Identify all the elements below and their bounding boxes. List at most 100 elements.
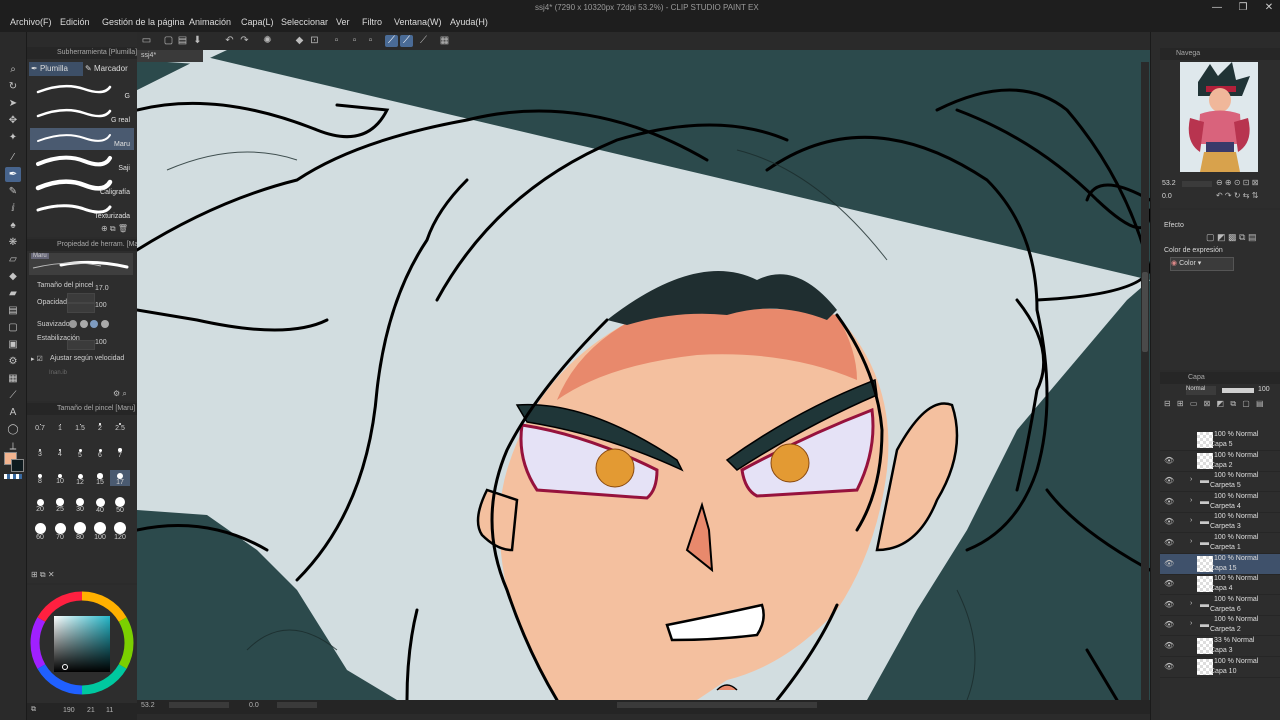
layer-row[interactable]: 👁 100 % Normal Capa 4	[1160, 574, 1280, 596]
visibility-eye-icon[interactable]: 👁	[1164, 620, 1174, 629]
horizontal-scrollbar[interactable]	[617, 702, 817, 708]
navigator-zoom-value[interactable]: 53.2	[1162, 180, 1176, 187]
brush-item-g[interactable]: G	[30, 80, 134, 102]
airbrush-tool-icon[interactable]: ♠	[5, 218, 21, 233]
visibility-eye-icon[interactable]: 👁	[1164, 456, 1174, 465]
brush-size-option[interactable]: 0.7	[30, 418, 50, 432]
brush-size-option[interactable]: 6	[90, 444, 110, 459]
menu-edit[interactable]: Edición	[60, 17, 90, 27]
decoration-tool-icon[interactable]: ❋	[5, 235, 21, 250]
brush-size-option[interactable]: 2	[90, 418, 110, 432]
open-file-icon[interactable]: ▤	[176, 35, 189, 47]
brush-item-saji[interactable]: Saji	[30, 152, 134, 174]
folder-expand-icon[interactable]: ›	[1190, 538, 1192, 545]
ruler-tool-icon[interactable]: ⚙	[5, 354, 21, 369]
visibility-eye-icon[interactable]: 👁	[1164, 641, 1174, 650]
speech-balloon-icon[interactable]: ◯	[5, 422, 21, 437]
folder-expand-icon[interactable]: ›	[1190, 620, 1192, 627]
visibility-eye-icon[interactable]: 👁	[1164, 600, 1174, 609]
menu-filter[interactable]: Filtro	[362, 17, 382, 27]
fill-icon[interactable]: ◆	[293, 35, 306, 47]
deselect-icon[interactable]: ▫	[330, 35, 343, 47]
menu-page-management[interactable]: Gestión de la página	[102, 17, 185, 27]
eyedropper-icon[interactable]: ⁄	[5, 150, 21, 165]
brush-size-option[interactable]: 3	[30, 444, 50, 458]
snap-ruler-icon[interactable]: ⟋	[385, 35, 398, 47]
folder-expand-icon[interactable]: ›	[1190, 497, 1192, 504]
close-icon[interactable]: ✕	[1262, 2, 1276, 14]
menu-view[interactable]: Ver	[336, 17, 350, 27]
brush-size-option[interactable]: 100	[90, 522, 110, 541]
opacity-slider[interactable]	[67, 303, 95, 313]
brush-size-option[interactable]: 12	[70, 470, 90, 486]
layer-row[interactable]: 👁 › ▬ 100 % Normal Carpeta 3	[1160, 512, 1280, 534]
brush-size-option[interactable]: 15	[90, 470, 110, 486]
selection-icon[interactable]: ▫	[348, 35, 361, 47]
snap-grid-icon[interactable]: ⟋	[417, 35, 430, 47]
maximize-icon[interactable]: ❐	[1236, 2, 1250, 14]
layer-row[interactable]: 👁 › ▬ 100 % Normal Carpeta 5	[1160, 471, 1280, 493]
brush-tool-icon[interactable]: ⅈ	[5, 201, 21, 216]
figure-tool-icon[interactable]: ▢	[5, 320, 21, 335]
canvas-tab[interactable]: ssj4*	[137, 50, 203, 62]
invert-selection-icon[interactable]: ▫	[364, 35, 377, 47]
text-tool-icon[interactable]: ▦	[5, 371, 21, 386]
brush-size-option[interactable]: 17	[110, 470, 130, 486]
navigator-thumbnail[interactable]	[1180, 62, 1258, 172]
layer-toolbar-icons[interactable]: ⊟ ⊞ ▭ ⊠ ◩ ⧉ ▢ ▤	[1164, 399, 1266, 409]
stabilization-slider[interactable]	[67, 340, 95, 350]
brush-size-option[interactable]: 8	[30, 470, 50, 485]
undo-icon[interactable]: ↶	[223, 35, 236, 47]
brush-size-option[interactable]: 2.5	[110, 418, 130, 432]
transform-icon[interactable]: ⊡	[308, 35, 321, 47]
menu-layer[interactable]: Capa(L)	[241, 17, 274, 27]
brush-size-actions-icon[interactable]: ⊞ ⧉ ✕	[31, 570, 55, 580]
scroll-thumb[interactable]	[1142, 272, 1148, 352]
magic-wand-icon[interactable]: ✦	[5, 130, 21, 145]
brush-size-option[interactable]: 120	[110, 522, 130, 541]
clear-icon[interactable]: ✺	[261, 35, 274, 47]
brush-size-option[interactable]: 80	[70, 522, 90, 541]
menu-file[interactable]: Archivo(F)	[10, 17, 52, 27]
blend-mode-select[interactable]: Normal	[1186, 386, 1216, 395]
tab-marcador[interactable]: ✎ Marcador	[83, 62, 135, 76]
brush-size-option[interactable]: 4	[50, 444, 70, 458]
redo-icon[interactable]: ↷	[238, 35, 251, 47]
brush-size-option[interactable]: 40	[90, 496, 110, 514]
frame-tool-icon[interactable]: ▣	[5, 337, 21, 352]
layer-opacity-value[interactable]: 100	[1258, 386, 1270, 393]
brush-size-option[interactable]: 1	[50, 418, 70, 432]
brush-size-option[interactable]: 25	[50, 496, 70, 513]
brush-size-option[interactable]: 60	[30, 522, 50, 541]
operation-tool-icon[interactable]: ➤	[5, 96, 21, 111]
zoom-tool-icon[interactable]: ⌕	[5, 62, 21, 77]
pen-tool-icon[interactable]: ✒	[5, 167, 21, 182]
brush-item-maru[interactable]: Maru	[30, 128, 134, 150]
opacity-slider[interactable]	[1222, 388, 1254, 393]
visibility-eye-icon[interactable]: 👁	[1164, 476, 1174, 485]
layer-row[interactable]: 👁 › ▬ 100 % Normal Carpeta 6	[1160, 595, 1280, 616]
menu-help[interactable]: Ayuda(H)	[450, 17, 488, 27]
pencil-tool-icon[interactable]: ✎	[5, 184, 21, 199]
effect-icons[interactable]: ▢ ◩ ▩ ⧉ ▤	[1206, 232, 1256, 243]
layer-row[interactable]: 👁 33 % Normal Capa 3	[1160, 636, 1280, 657]
brush-size-slider[interactable]	[67, 293, 95, 303]
folder-expand-icon[interactable]: ›	[1190, 600, 1192, 607]
folder-expand-icon[interactable]: ›	[1190, 517, 1192, 524]
subtool-actions-icon[interactable]: ⊕ ⧉ 🗑	[101, 224, 128, 234]
tool-property-settings-icon[interactable]: ⚙ ⌕	[113, 389, 127, 399]
brush-size-option[interactable]: 20	[30, 496, 50, 513]
layer-row[interactable]: 👁 100 % Normal Capa 15	[1160, 553, 1280, 575]
visibility-eye-icon[interactable]: 👁	[1164, 517, 1174, 526]
layer-row[interactable]: 👁 › ▬ 100 % Normal Carpeta 4	[1160, 492, 1280, 513]
new-canvas-icon[interactable]: ▭	[140, 35, 153, 47]
canvas-vertical-scrollbar[interactable]	[1141, 62, 1149, 700]
brush-size-option[interactable]: 5	[70, 444, 90, 459]
eraser-tool-icon[interactable]: ▱	[5, 252, 21, 267]
brush-size-option[interactable]: 10	[50, 470, 70, 485]
layer-row[interactable]: 👁 100 % Normal Capa 2	[1160, 451, 1280, 472]
rotate-tool-icon[interactable]: ↻	[5, 79, 21, 94]
expression-color-select[interactable]: ◉ Color ▾	[1170, 257, 1234, 271]
brush-size-option[interactable]: 7	[110, 444, 130, 459]
visibility-eye-icon[interactable]: 👁	[1164, 497, 1174, 506]
